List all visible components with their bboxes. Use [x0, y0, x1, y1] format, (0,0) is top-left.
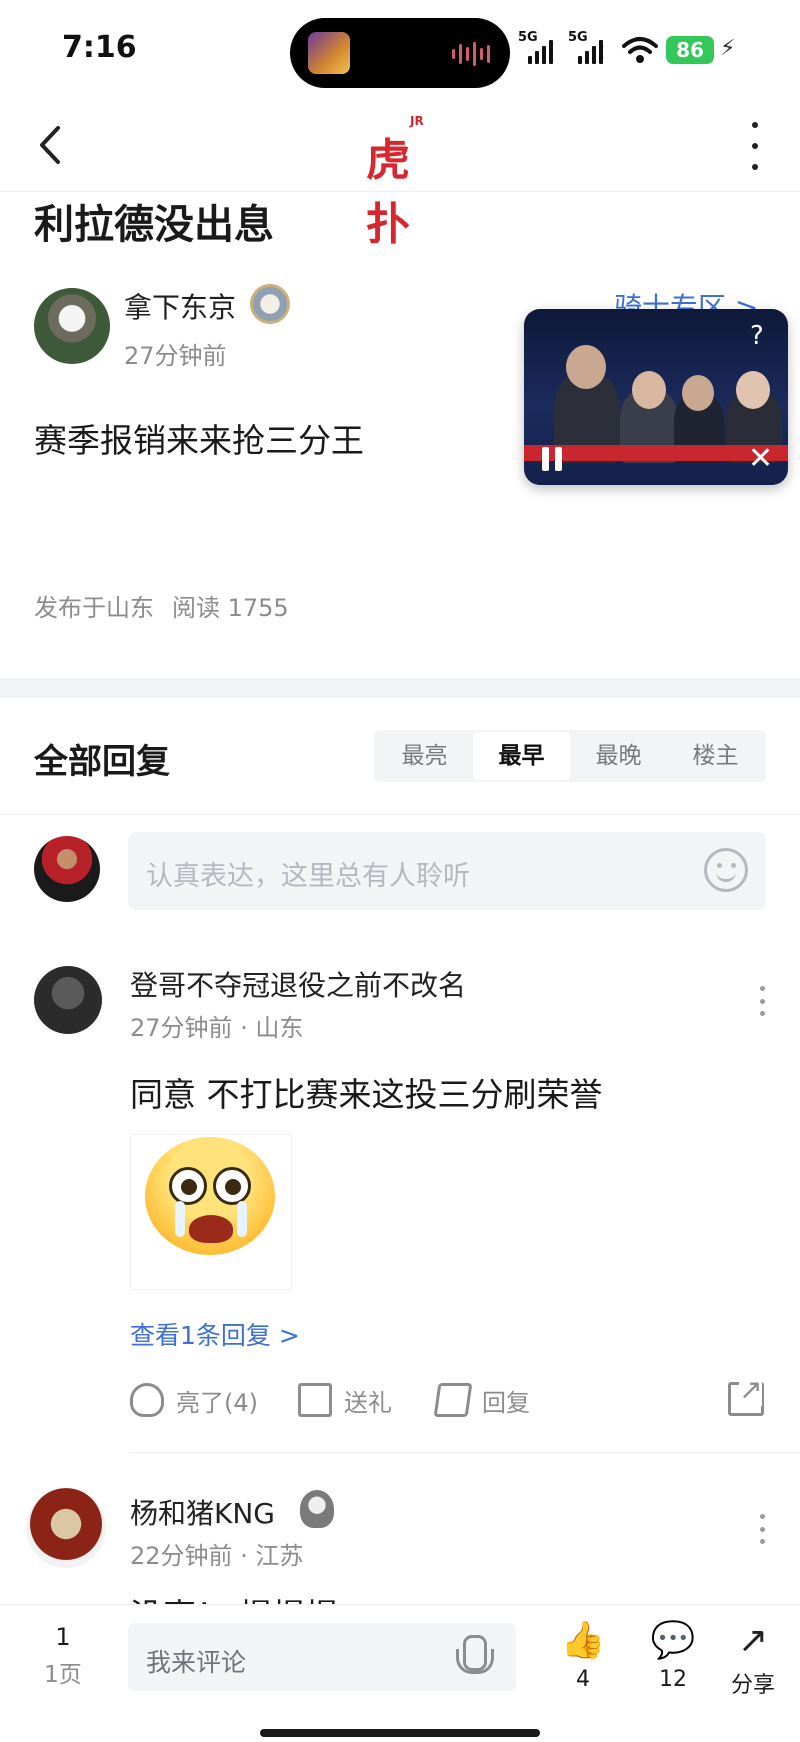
post-body: 赛季报销来来抢三分王 — [34, 421, 364, 460]
listen-mode-icon[interactable]: ? — [750, 321, 764, 351]
dynamic-island[interactable] — [290, 18, 510, 88]
reply-author-name[interactable]: 登哥不夺冠退役之前不改名 — [130, 964, 466, 1004]
reply-text: 同意 不打比赛来这投三分刷荣誉 — [130, 1075, 603, 1114]
floating-video-player[interactable]: ? ✕ — [524, 309, 788, 485]
sticker-tear — [175, 1201, 185, 1237]
comment-placeholder: 认真表达，这里总有人聆听 — [146, 861, 470, 892]
video-figure-head — [632, 371, 666, 409]
reply-time: 22分钟前 · 江苏 — [130, 1542, 304, 1570]
lightbulb-icon — [130, 1383, 164, 1417]
close-icon[interactable]: ✕ — [748, 441, 773, 476]
comments-button[interactable]: 💬 12 — [638, 1619, 708, 1692]
charging-bolt-icon: ⚡ — [720, 36, 736, 61]
status-bar: 7:16 5G 5G 86 ⚡ — [0, 0, 800, 100]
gift-button[interactable]: 送礼 — [298, 1378, 392, 1422]
reply-actions: 亮了(4) 送礼 回复 — [130, 1373, 770, 1422]
reply-time: 27分钟前 · 山东 — [130, 1014, 304, 1042]
reply-avatar[interactable] — [26, 1488, 106, 1568]
microphone-icon[interactable] — [454, 1635, 494, 1679]
emoji-icon[interactable] — [704, 848, 748, 892]
home-indicator[interactable] — [260, 1729, 540, 1737]
author-badge-icon — [250, 284, 290, 324]
sticker-eye — [169, 1167, 207, 1205]
hupu-logo: 虎扑 JR — [366, 114, 424, 250]
divider — [0, 814, 800, 815]
reply-sort-tabs: 最亮 最早 最晚 楼主 — [374, 730, 766, 782]
bottom-bar: 1 1页 我来评论 👍 4 💬 12 ↗ 分享 — [0, 1604, 800, 1742]
post-meta: 发布于山东 阅读 1755 — [34, 588, 289, 623]
section-divider — [0, 678, 800, 698]
sticker-eye — [213, 1167, 251, 1205]
author-avatar[interactable] — [34, 288, 110, 364]
author-name[interactable]: 拿下东京 — [124, 286, 236, 326]
video-figure-head — [566, 345, 606, 389]
audio-waveform-icon — [452, 42, 490, 66]
like-post-button[interactable]: 👍 4 — [548, 1619, 618, 1692]
video-figure-head — [736, 371, 770, 409]
sort-tab-earliest[interactable]: 最早 — [473, 732, 570, 780]
wifi-icon — [622, 37, 658, 63]
post-read-count: 阅读 1755 — [172, 594, 289, 622]
video-figure-head — [682, 375, 714, 411]
crying-emoji-sticker[interactable] — [130, 1134, 292, 1290]
view-replies-link[interactable]: 查看1条回复 > — [130, 1316, 300, 1352]
reply-author-name[interactable]: 杨和猪KNG — [130, 1492, 275, 1532]
comment-input[interactable]: 认真表达，这里总有人聆听 — [128, 832, 766, 910]
pause-icon[interactable] — [542, 447, 564, 471]
reply-more-icon[interactable] — [758, 986, 766, 1016]
replies-section-title: 全部回复 — [34, 742, 170, 782]
reply-more-icon[interactable] — [758, 1514, 766, 1544]
post-time: 27分钟前 — [124, 342, 227, 370]
post-location: 发布于山东 — [34, 594, 154, 622]
battery-indicator: 86 — [666, 36, 714, 64]
sort-tab-brightest[interactable]: 最亮 — [376, 732, 473, 780]
share-icon: ↗ — [737, 1620, 769, 1661]
thumbs-up-icon: 👍 — [560, 1620, 606, 1661]
now-playing-artwork — [308, 32, 350, 74]
sticker-face — [145, 1137, 275, 1255]
my-avatar — [34, 836, 100, 902]
more-options-icon[interactable] — [740, 122, 770, 170]
like-button[interactable]: 亮了(4) — [130, 1378, 258, 1422]
back-arrow-icon[interactable] — [28, 120, 78, 170]
edit-icon — [433, 1383, 473, 1417]
bottom-comment-input[interactable]: 我来评论 — [128, 1623, 516, 1691]
reply-button[interactable]: 回复 — [433, 1378, 530, 1422]
divider — [130, 1452, 800, 1453]
status-time: 7:16 — [62, 30, 137, 65]
reply-avatar[interactable] — [34, 966, 102, 1034]
sticker-mouth — [189, 1215, 233, 1243]
top-navigation: 虎扑 JR — [0, 100, 800, 250]
comment-bubble-icon: 💬 — [650, 1620, 696, 1661]
sort-tab-op-only[interactable]: 楼主 — [667, 732, 764, 780]
sort-tab-latest[interactable]: 最晚 — [570, 732, 667, 780]
gift-icon — [298, 1383, 332, 1417]
page-indicator[interactable]: 1 1页 — [40, 1623, 86, 1689]
post-title: 利拉德没出息 — [34, 202, 274, 248]
sticker-tear — [237, 1201, 247, 1237]
share-icon[interactable] — [728, 1373, 764, 1416]
share-post-button[interactable]: ↗ 分享 — [718, 1619, 788, 1699]
user-badge-icon — [300, 1490, 334, 1528]
